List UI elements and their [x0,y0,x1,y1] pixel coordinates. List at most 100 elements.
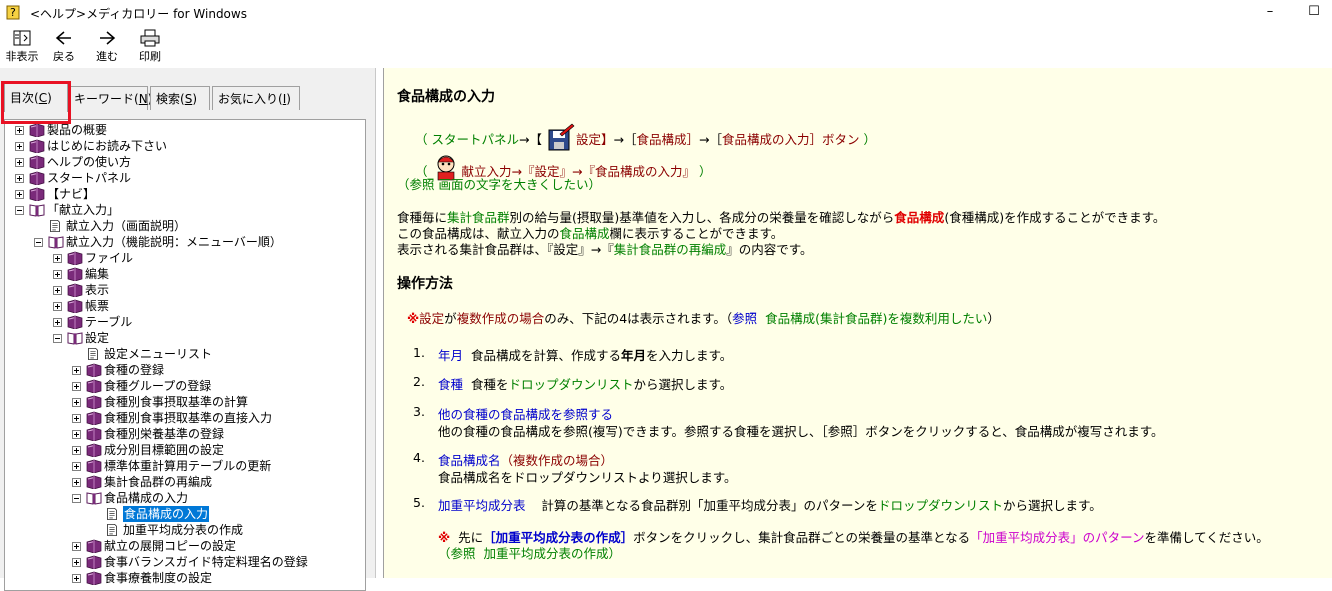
back-button[interactable]: 戻る [42,29,86,67]
expand-icon[interactable] [72,366,81,375]
tab-contents[interactable]: 目次(C) [4,82,68,112]
food-composition-emphasis: 食品構成 [894,210,945,225]
tab-keyword[interactable]: キーワード(N) [68,86,152,110]
print-button[interactable]: 印刷 [128,29,172,67]
tree-item[interactable]: 献立入力（画面説明） [5,218,361,234]
tree-item-label: テーブル [85,315,133,329]
expand-icon[interactable] [53,254,62,263]
minimize-button[interactable]: – [1256,2,1284,22]
tree-item[interactable]: 食種別食事摂取基準の計算 [5,394,361,410]
collapse-icon[interactable] [15,206,24,215]
open-book-icon [67,331,83,345]
closed-book-icon [29,171,45,186]
note-text: のみ、下記の4は表示されます。（ [544,311,733,326]
tree-item-label: 帳票 [85,299,110,313]
contents-tree[interactable]: 製品の概要 はじめにお読み下さい ヘルプの使い方 スタートパネル 【ナビ】 「献立入力」献… [4,119,366,591]
tree-item[interactable]: 設定 [5,330,361,346]
expand-icon[interactable] [15,158,24,167]
tree-item[interactable]: 帳票 [5,298,361,314]
create-weighted-average-link[interactable]: 加重平均成分表の作成 [483,546,608,561]
note-settings: 設定 [419,311,445,326]
tree-item[interactable]: 設定メニューリスト [5,346,361,362]
tree-item[interactable]: テーブル [5,314,361,330]
tab-favorites[interactable]: お気に入り(I) [212,86,300,110]
tree-item[interactable]: 食種別食事摂取基準の直接入力 [5,410,361,426]
collapse-icon[interactable] [34,238,43,247]
tree-item[interactable]: ヘルプの使い方 [5,154,361,170]
note-mark: ※ [407,311,420,326]
expand-icon[interactable] [72,430,81,439]
tree-item[interactable]: 標準体重計算用テーブルの更新 [5,458,361,474]
food-group-reorganize-link[interactable]: 集計食品群の再編成 [614,242,727,257]
enlarge-text-link[interactable]: 画面の文字を大きくしたい [439,177,589,192]
closed-book-icon [67,251,83,266]
expand-icon[interactable] [15,126,24,135]
tree-item[interactable]: 編集 [5,266,361,282]
tree-item[interactable]: 食種別栄養基準の登録 [5,426,361,442]
maximize-button[interactable]: ☐ [1300,2,1328,22]
tree-item[interactable]: スタートパネル [5,170,361,186]
collapse-icon[interactable] [53,334,62,343]
expand-icon[interactable] [53,286,62,295]
tree-item[interactable]: 献立の展開コピーの設定 [5,538,361,554]
nav1-arrow3: →［ [699,132,722,147]
tree-item[interactable]: ファイル [5,250,361,266]
nav1-close: ） [863,132,876,147]
expand-icon[interactable] [15,142,24,151]
tree-item-label: 食種の登録 [104,363,165,377]
start-panel-link[interactable]: スタートパネル [432,132,520,147]
tab-favorites-label: お気に入り( [218,92,283,106]
closed-book-icon [67,299,83,314]
tree-item[interactable]: 食種の登録 [5,362,361,378]
expand-icon[interactable] [72,574,81,583]
printer-icon [140,29,160,47]
expand-icon[interactable] [72,542,81,551]
multi-food-composition-link[interactable]: 食品構成(集計食品群)を複数利用したい [765,311,987,326]
nav-tabs: 目次(C) キーワード(N) 検索(S) お気に入り(I) [0,68,375,124]
tree-item-label: スタートパネル [47,171,132,185]
forward-button[interactable]: 進む [85,29,129,67]
dropdown-list-link-2[interactable]: ドロップダウンリスト [878,498,1003,513]
expand-icon[interactable] [72,462,81,471]
topic-page-icon [105,523,121,537]
hide-label: 非表示 [5,50,39,63]
item-number-5: 5. [413,495,425,510]
weighted-average-table-item: 加重平均成分表 計算の基準となる食品群別「加重平均成分表」のパターンをドロップダ… [438,495,1102,514]
tab-search[interactable]: 検索(S) [150,86,210,110]
expand-icon[interactable] [53,302,62,311]
expand-icon[interactable] [53,318,62,327]
tree-item[interactable]: はじめにお読み下さい [5,138,361,154]
tree-item[interactable]: 「献立入力」 [5,202,361,218]
expand-icon[interactable] [72,414,81,423]
expand-icon[interactable] [72,398,81,407]
tree-item-label: 食種別食事摂取基準の計算 [104,395,249,409]
hide-button[interactable]: 非表示 [0,29,44,67]
tree-item[interactable]: 【ナビ】 [5,186,361,202]
tree-item[interactable]: 献立入力（機能説明：メニューバー順） [5,234,361,250]
expand-icon[interactable] [72,382,81,391]
tree-item-label: 集計食品群の再編成 [104,475,213,489]
tree-item[interactable]: 食種グループの登録 [5,378,361,394]
tree-item[interactable]: 表示 [5,282,361,298]
expand-icon[interactable] [72,446,81,455]
collapse-icon[interactable] [72,494,81,503]
tree-item[interactable]: 食事バランスガイド特定料理名の登録 [5,554,361,570]
expand-icon[interactable] [15,190,24,199]
expand-icon[interactable] [72,558,81,567]
tree-item-label: 成分別目標範囲の設定 [104,443,225,457]
tree-item[interactable]: 製品の概要 [5,122,361,138]
expand-icon[interactable] [72,478,81,487]
item2-end: から選択します。 [633,377,733,392]
tree-item[interactable]: 成分別目標範囲の設定 [5,442,361,458]
tree-item-label: 献立の展開コピーの設定 [104,539,237,553]
expand-icon[interactable] [15,174,24,183]
tree-item[interactable]: 食品構成の入力 [5,506,361,522]
weighted-average-reference: （参照 加重平均成分表の作成） [438,543,621,562]
tree-item[interactable]: 食品構成の入力 [5,490,361,506]
dropdown-list-link[interactable]: ドロップダウンリスト [508,377,633,392]
expand-icon[interactable] [53,270,62,279]
closed-book-icon [86,459,102,474]
tree-item[interactable]: 加重平均成分表の作成 [5,522,361,538]
tree-item[interactable]: 食事療養制度の設定 [5,570,361,586]
tree-item[interactable]: 集計食品群の再編成 [5,474,361,490]
